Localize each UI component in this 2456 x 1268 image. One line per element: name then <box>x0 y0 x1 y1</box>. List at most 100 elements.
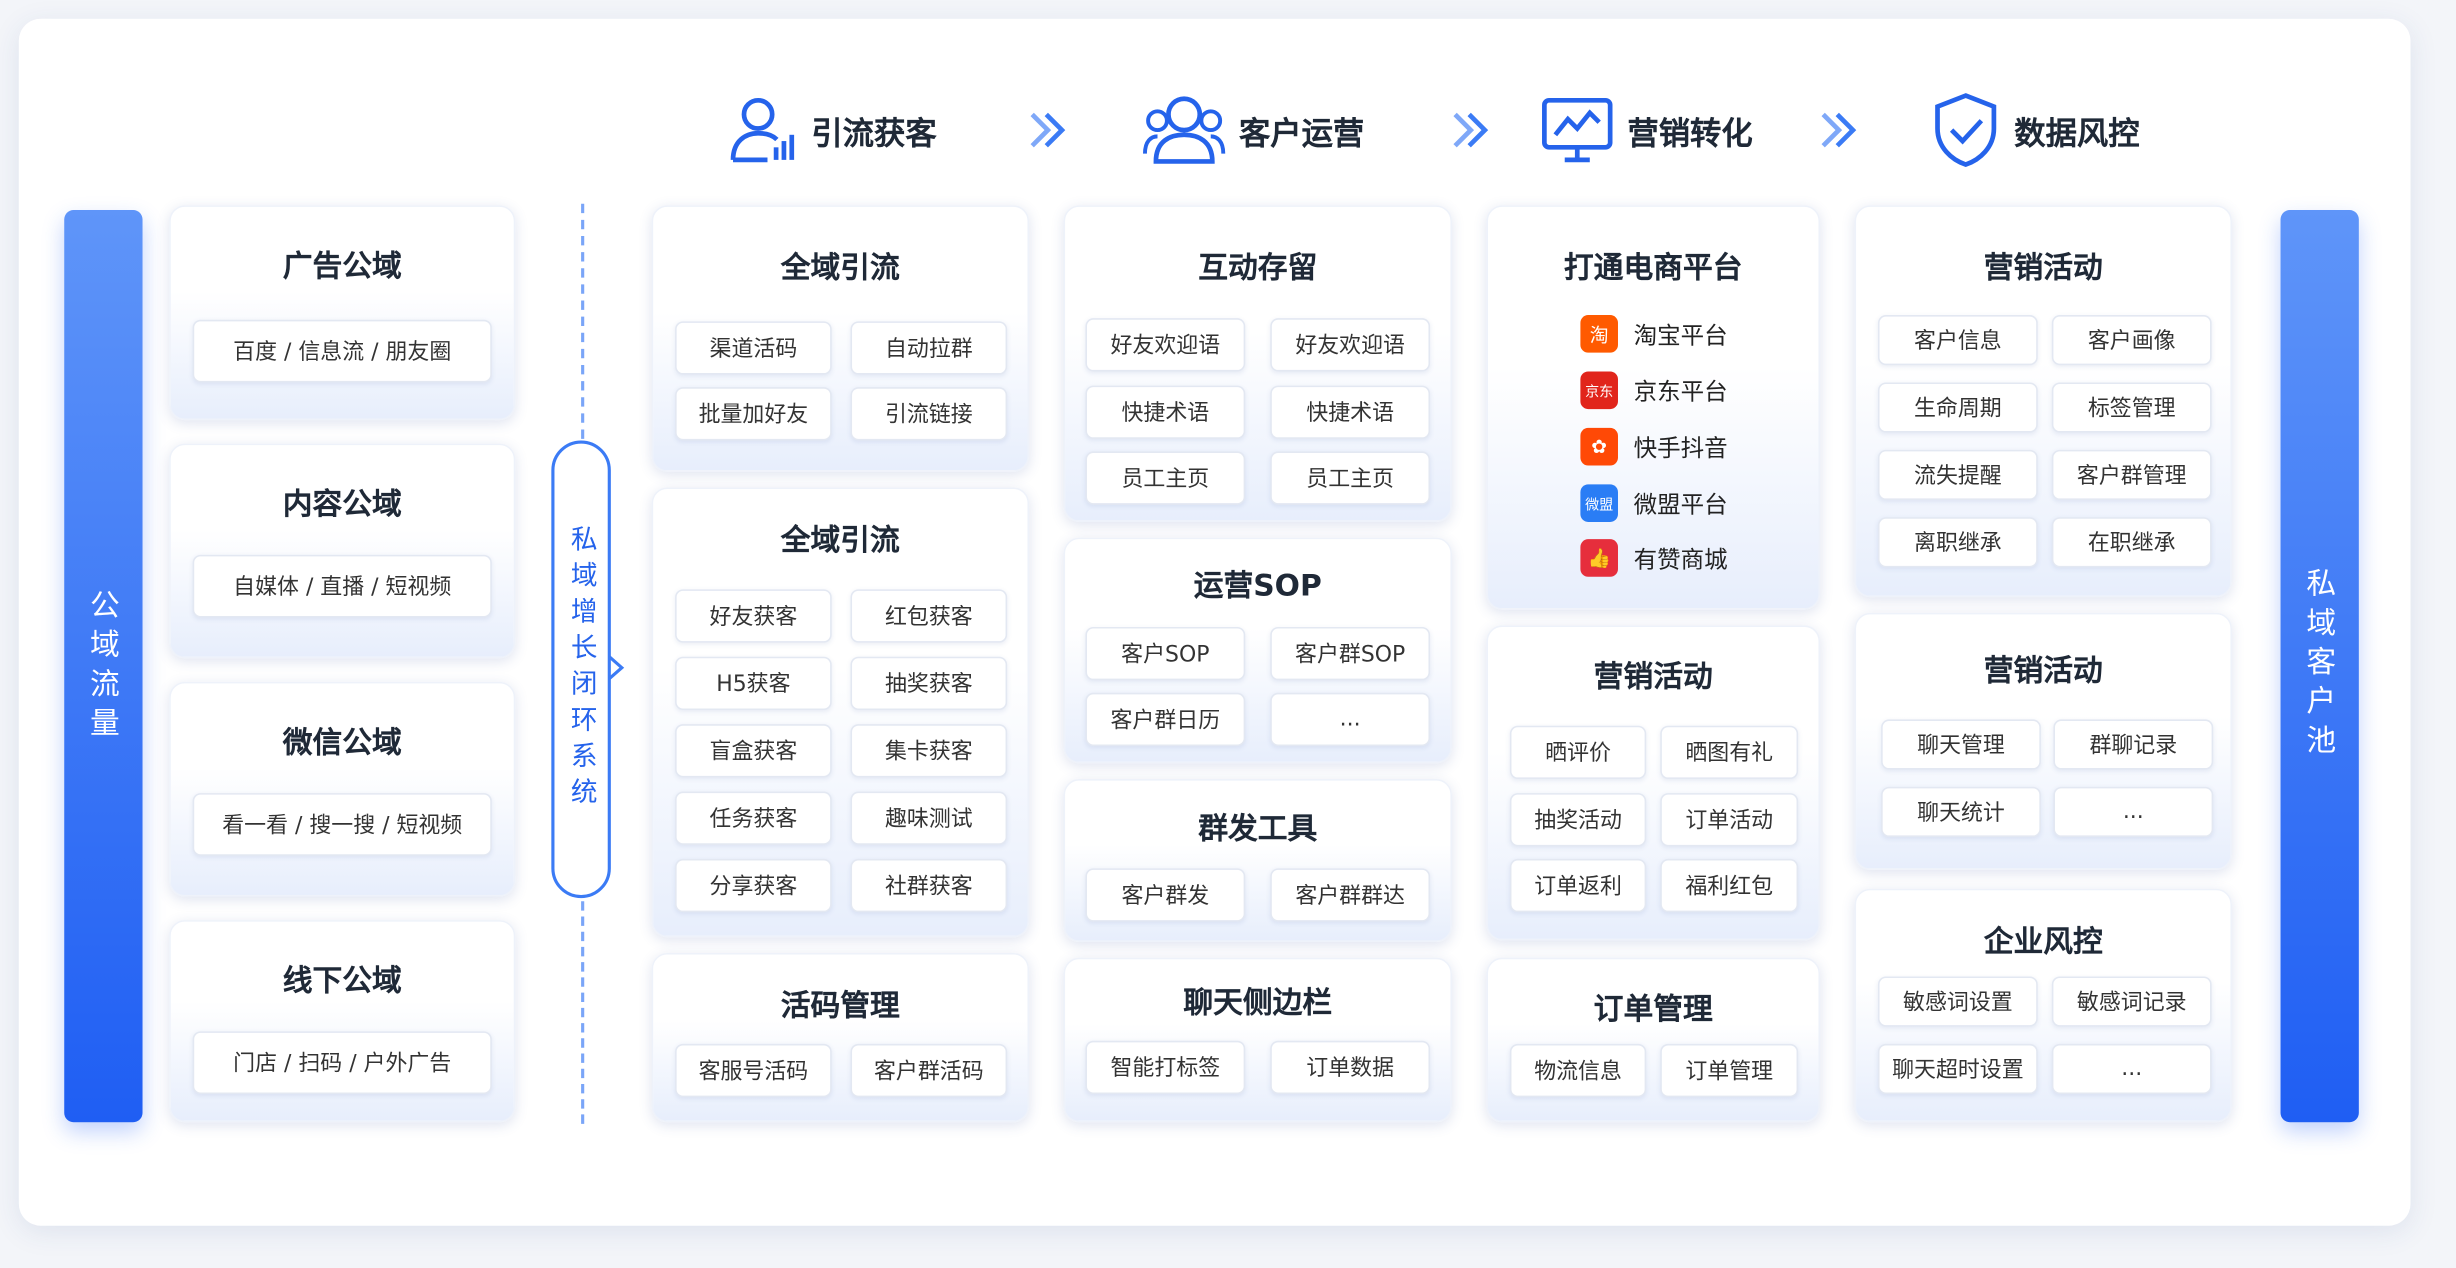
card-title: 互动存留 <box>1198 250 1318 286</box>
feature-chip[interactable]: 员工主页 <box>1085 451 1246 505</box>
platform-name: 京东平台 <box>1633 376 1728 406</box>
card-title: 聊天侧边栏 <box>1183 985 1333 1021</box>
feature-chip[interactable]: 订单返利 <box>1509 858 1647 913</box>
feature-chip[interactable]: 聊天统计 <box>1881 786 2041 837</box>
feature-chip[interactable]: 任务获客 <box>675 791 832 845</box>
card-title: 企业风控 <box>1983 924 2103 960</box>
public-domain-card: 内容公域 自媒体 / 直播 / 短视频 <box>169 443 516 659</box>
feature-chip[interactable]: 敏感词设置 <box>1877 976 2038 1027</box>
feature-chip[interactable]: 客户画像 <box>2051 315 2212 366</box>
feature-chip[interactable]: 福利红包 <box>1660 858 1799 913</box>
feature-chip[interactable]: 引流链接 <box>850 387 1008 441</box>
feature-chip[interactable]: 分享获客 <box>675 858 832 913</box>
platform-item: 淘 淘宝平台 <box>1580 315 1728 353</box>
feature-chip[interactable]: 敏感词记录 <box>2051 976 2212 1027</box>
platform-name: 淘宝平台 <box>1633 320 1728 349</box>
kuaishou-icon: ✿ <box>1580 427 1618 466</box>
more-chip[interactable]: ... <box>2051 1043 2212 1095</box>
card-title: 内容公域 <box>282 487 402 522</box>
card-title: 全域引流 <box>780 523 900 558</box>
platform-item: ✿ 快手抖音 <box>1580 427 1728 466</box>
feature-chip[interactable]: 客户信息 <box>1877 315 2038 366</box>
feature-chip[interactable]: 流失提醒 <box>1877 449 2038 501</box>
loop-system-label: 私域增长闭环系统 <box>564 525 596 814</box>
feature-chip[interactable]: 客户群群达 <box>1270 868 1431 922</box>
feature-card: 企业风控 敏感词设置 敏感词记录 聊天超时设置 ... <box>1854 888 2232 1123</box>
feature-chip[interactable]: 批量加好友 <box>675 387 832 441</box>
platform-item: 微盟 微盟平台 <box>1580 484 1728 522</box>
feature-card: 群发工具 客户群发 客户群群达 <box>1063 778 1452 943</box>
public-domain-card: 线下公域 门店 / 扫码 / 户外广告 <box>169 920 516 1123</box>
feature-chip[interactable]: 标签管理 <box>2051 382 2212 433</box>
feature-chip[interactable]: 群聊记录 <box>2053 719 2214 770</box>
card-title: 全域引流 <box>780 250 900 286</box>
feature-chip[interactable]: 生命周期 <box>1877 382 2038 433</box>
header-step-lead: 引流获客 <box>727 91 937 169</box>
feature-chip[interactable]: 渠道活码 <box>675 321 832 375</box>
header-step-label: 营销转化 <box>1627 113 1753 152</box>
feature-chip[interactable]: 好友欢迎语 <box>1270 318 1431 372</box>
feature-chip[interactable]: 订单活动 <box>1660 793 1799 847</box>
feature-chip[interactable]: 集卡获客 <box>850 724 1008 778</box>
feature-chip[interactable]: 聊天超时设置 <box>1877 1043 2038 1095</box>
feature-chip[interactable]: 客户群日历 <box>1085 692 1246 747</box>
feature-card: 活码管理 客服号活码 客户群活码 <box>651 952 1030 1123</box>
private-pool-bar: 私域客户池 <box>2280 210 2359 1123</box>
feature-chip[interactable]: 员工主页 <box>1270 451 1431 505</box>
feature-chip[interactable]: 晒评价 <box>1509 725 1647 779</box>
weimob-icon: 微盟 <box>1580 484 1618 522</box>
private-pool-label: 私域客户池 <box>2301 567 2337 764</box>
dashed-connector <box>581 901 585 1124</box>
feature-chip[interactable]: 客户群SOP <box>1270 626 1431 681</box>
feature-chip[interactable]: 物流信息 <box>1509 1043 1647 1098</box>
card-title: 营销活动 <box>1983 250 2103 286</box>
user-chart-icon <box>730 97 795 163</box>
feature-chip[interactable]: 社群获客 <box>850 858 1008 913</box>
more-chip[interactable]: ... <box>2053 786 2214 837</box>
feature-chip[interactable]: 订单数据 <box>1270 1040 1431 1095</box>
platform-name: 快手抖音 <box>1633 433 1728 462</box>
feature-chip[interactable]: 晒图有礼 <box>1660 725 1799 779</box>
feature-chip[interactable]: 智能打标签 <box>1085 1040 1246 1095</box>
feature-card: 全域引流 好友获客 红包获客 H5获客 抽奖获客 盲盒获客 集卡获客 任务获客 … <box>651 487 1030 938</box>
jd-icon: 京东 <box>1580 371 1618 410</box>
platform-item: 京东 京东平台 <box>1580 371 1728 410</box>
taobao-icon: 淘 <box>1580 315 1618 353</box>
feature-chip[interactable]: 快捷术语 <box>1270 385 1431 439</box>
feature-chip[interactable]: 好友欢迎语 <box>1085 318 1246 372</box>
card-title: 活码管理 <box>780 989 900 1024</box>
feature-card: 聊天侧边栏 智能打标签 订单数据 <box>1063 957 1452 1123</box>
feature-chip[interactable]: 自动拉群 <box>850 321 1008 375</box>
feature-chip[interactable]: 在职继承 <box>2051 517 2212 568</box>
header-step-label: 引流获客 <box>811 113 937 152</box>
feature-chip[interactable]: 好友获客 <box>675 589 832 643</box>
dashed-connector <box>581 203 585 439</box>
platform-name: 微盟平台 <box>1633 489 1728 519</box>
feature-card: 运营SOP 客户SOP 客户群SOP 客户群日历 ... <box>1063 537 1452 764</box>
feature-chip[interactable]: 趣味测试 <box>850 791 1008 845</box>
header-step-risk: 数据风控 <box>1930 91 2140 169</box>
more-chip[interactable]: ... <box>1270 692 1431 747</box>
feature-chip[interactable]: H5获客 <box>675 656 832 711</box>
double-chevron-icon <box>1449 108 1493 158</box>
feature-chip[interactable]: 盲盒获客 <box>675 724 832 778</box>
card-title: 线下公域 <box>282 963 402 999</box>
feature-chip[interactable]: 客服号活码 <box>675 1043 832 1098</box>
feature-chip[interactable]: 红包获客 <box>850 589 1008 643</box>
feature-chip[interactable]: 订单管理 <box>1660 1043 1799 1098</box>
feature-card: 营销活动 客户信息 客户画像 生命周期 标签管理 流失提醒 客户群管理 离职继承… <box>1854 205 2232 598</box>
feature-chip[interactable]: 聊天管理 <box>1881 719 2041 770</box>
public-domain-card: 广告公域 百度 / 信息流 / 朋友圈 <box>169 205 516 421</box>
feature-chip[interactable]: 抽奖获客 <box>850 656 1008 711</box>
public-traffic-label: 公域流量 <box>85 589 120 747</box>
feature-chip[interactable]: 离职继承 <box>1877 517 2038 568</box>
feature-chip[interactable]: 客户SOP <box>1085 626 1246 681</box>
feature-chip[interactable]: 快捷术语 <box>1085 385 1246 439</box>
users-icon <box>1143 96 1226 164</box>
card-title: 广告公域 <box>282 249 402 284</box>
feature-chip[interactable]: 客户群发 <box>1085 868 1246 922</box>
shield-check-icon <box>1935 93 1997 168</box>
feature-chip[interactable]: 客户群活码 <box>850 1043 1008 1098</box>
feature-chip[interactable]: 客户群管理 <box>2051 449 2212 501</box>
feature-chip[interactable]: 抽奖活动 <box>1509 793 1647 847</box>
